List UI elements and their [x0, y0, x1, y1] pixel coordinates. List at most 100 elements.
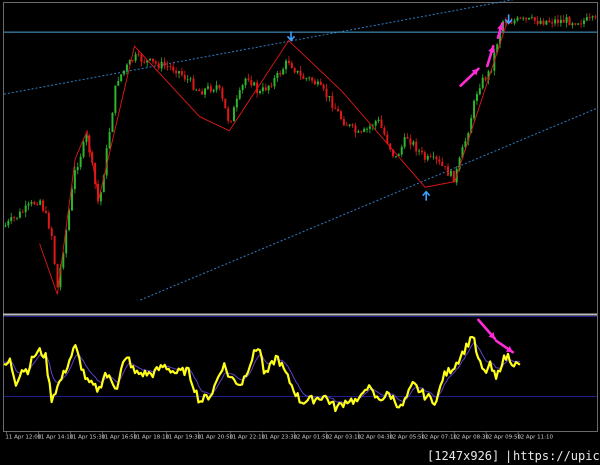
- candle-body: [354, 125, 357, 133]
- candle-body: [403, 137, 406, 147]
- time-tick-label: 11 Apr 18:10: [133, 435, 169, 441]
- candle-body: [137, 54, 140, 56]
- candle-body: [585, 17, 588, 21]
- candle-body: [212, 89, 215, 92]
- candle-body: [172, 66, 175, 71]
- candle-body: [250, 80, 253, 86]
- candle-body: [178, 71, 181, 74]
- candle-body: [117, 80, 120, 86]
- candle-body: [175, 70, 178, 74]
- candle-body: [559, 19, 562, 24]
- candle-body: [302, 75, 305, 79]
- candle-body: [16, 217, 19, 219]
- time-tick-label: 12 Apr 04:30: [357, 435, 393, 441]
- candle-body: [24, 205, 27, 213]
- candle-body: [163, 61, 166, 67]
- candle-body: [131, 60, 134, 61]
- candle-body: [285, 60, 288, 70]
- time-tick-label: 12 Apr 11:10: [517, 435, 553, 441]
- candle-body: [198, 89, 201, 92]
- candle-body: [429, 155, 432, 157]
- candle-body: [70, 189, 73, 211]
- candle-body: [42, 200, 45, 211]
- candle-body: [478, 88, 481, 95]
- candle-body: [4, 225, 7, 227]
- candle-body: [290, 62, 293, 69]
- candle-body: [259, 91, 262, 94]
- candle-body: [311, 77, 314, 81]
- candle-body: [27, 203, 30, 206]
- candle-body: [299, 70, 302, 76]
- candle-body: [230, 120, 233, 122]
- candle-body: [296, 70, 299, 73]
- candle-body: [261, 87, 264, 92]
- candle-body: [180, 71, 183, 75]
- watermark-size: [1247x926]: [427, 449, 499, 463]
- candle-body: [473, 100, 476, 119]
- candle-body: [522, 17, 525, 19]
- candle-body: [438, 159, 441, 162]
- time-tick-label: 11 Apr 15:30: [69, 435, 105, 441]
- candle-body: [186, 79, 189, 81]
- candle-body: [577, 23, 580, 25]
- candle-body: [322, 84, 325, 89]
- candle-body: [308, 77, 311, 79]
- candle-body: [574, 23, 577, 25]
- candle-body: [316, 81, 319, 85]
- candle-body: [409, 138, 412, 145]
- candle-body: [380, 119, 383, 128]
- candle-body: [209, 86, 212, 92]
- candle-body: [415, 141, 418, 152]
- time-tick-label: 11 Apr 14:10: [37, 435, 73, 441]
- candle-body: [305, 78, 308, 80]
- candle-body: [591, 16, 594, 18]
- candle-body: [33, 202, 36, 205]
- candle-body: [481, 77, 484, 89]
- candle-body: [383, 127, 386, 135]
- time-tick-label: 12 Apr 09:50: [485, 435, 521, 441]
- candle-body: [195, 89, 198, 91]
- candle-body: [50, 228, 53, 236]
- candle-body: [151, 58, 154, 62]
- candle-body: [235, 98, 238, 108]
- candle-body: [588, 17, 591, 18]
- candle-body: [447, 166, 450, 176]
- candle-body: [394, 155, 397, 157]
- candle-body: [536, 20, 539, 24]
- candle-body: [224, 98, 227, 109]
- candle-body: [273, 77, 276, 87]
- candle-body: [218, 85, 221, 89]
- candle-body: [227, 108, 230, 121]
- candle-body: [337, 108, 340, 112]
- candle-body: [539, 20, 542, 24]
- candle-body: [513, 20, 516, 24]
- candle-body: [554, 19, 557, 24]
- candle-body: [282, 69, 285, 75]
- candle-body: [7, 220, 10, 226]
- candle-body: [192, 78, 195, 90]
- candle-body: [241, 85, 244, 91]
- candle-body: [325, 88, 328, 98]
- candle-body: [79, 156, 82, 168]
- candle-body: [516, 17, 519, 21]
- candle-body: [580, 23, 583, 25]
- candle-body: [357, 131, 360, 133]
- candle-body: [44, 210, 47, 213]
- candle-body: [545, 20, 548, 25]
- candle-body: [134, 54, 137, 61]
- candle-body: [238, 90, 241, 99]
- time-tick-label: 12 Apr 01:50: [293, 435, 329, 441]
- time-tick-label: 11 Apr 23:30: [261, 435, 297, 441]
- candle-body: [215, 85, 218, 90]
- candle-body: [183, 74, 186, 80]
- time-tick-label: 12 Apr 07:10: [421, 435, 457, 441]
- candle-body: [368, 126, 371, 129]
- watermark-url[interactable]: https://upic.me/: [513, 449, 600, 463]
- candle-body: [444, 165, 447, 167]
- candle-body: [345, 125, 348, 127]
- candle-body: [533, 17, 536, 21]
- candle-body: [342, 119, 345, 126]
- candle-body: [363, 128, 366, 132]
- candle-body: [253, 82, 256, 86]
- time-tick-label: 12 Apr 03:10: [325, 435, 361, 441]
